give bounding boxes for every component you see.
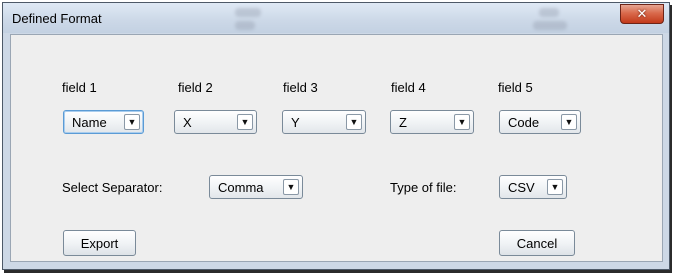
field-3-select[interactable]: Y ▼ [282,110,366,134]
field-2-label: field 2 [178,80,213,95]
field-3-label: field 3 [283,80,318,95]
export-button[interactable]: Export [63,230,136,256]
chevron-down-icon: ▼ [237,114,253,130]
chevron-down-icon: ▼ [283,179,299,195]
field-4-label: field 4 [391,80,426,95]
field-4-value: Z [399,115,407,130]
title-bar[interactable]: Defined Format ✕ [3,3,669,33]
field-5-value: Code [508,115,540,130]
field-5-select[interactable]: Code ▼ [499,110,581,134]
chevron-down-icon: ▼ [547,179,563,195]
file-type-label: Type of file: [390,180,457,195]
field-2-value: X [183,115,192,130]
field-1-value: Name [72,115,107,130]
chevron-down-icon: ▼ [454,114,470,130]
field-5-label: field 5 [498,80,533,95]
chevron-down-icon: ▼ [561,114,577,130]
file-type-value: CSV [508,180,535,195]
dialog-window: Defined Format ✕ field 1 field 2 field 3… [2,2,670,270]
separator-label: Select Separator: [62,180,163,195]
window-title: Defined Format [12,11,102,26]
background-blur [235,21,255,30]
field-2-select[interactable]: X ▼ [174,110,257,134]
field-3-value: Y [291,115,300,130]
cancel-button[interactable]: Cancel [499,230,575,256]
field-1-label: field 1 [62,80,97,95]
close-button[interactable]: ✕ [620,4,664,24]
file-type-select[interactable]: CSV ▼ [499,175,567,199]
chevron-down-icon: ▼ [124,114,140,130]
dialog-content: field 1 field 2 field 3 field 4 field 5 … [10,34,663,262]
field-4-select[interactable]: Z ▼ [390,110,474,134]
separator-select[interactable]: Comma ▼ [209,175,303,199]
background-blur [539,8,559,17]
background-blur [533,21,567,30]
chevron-down-icon: ▼ [346,114,362,130]
close-icon: ✕ [636,6,648,21]
background-blur [235,8,261,17]
field-1-select[interactable]: Name ▼ [63,110,144,134]
separator-value: Comma [218,180,264,195]
